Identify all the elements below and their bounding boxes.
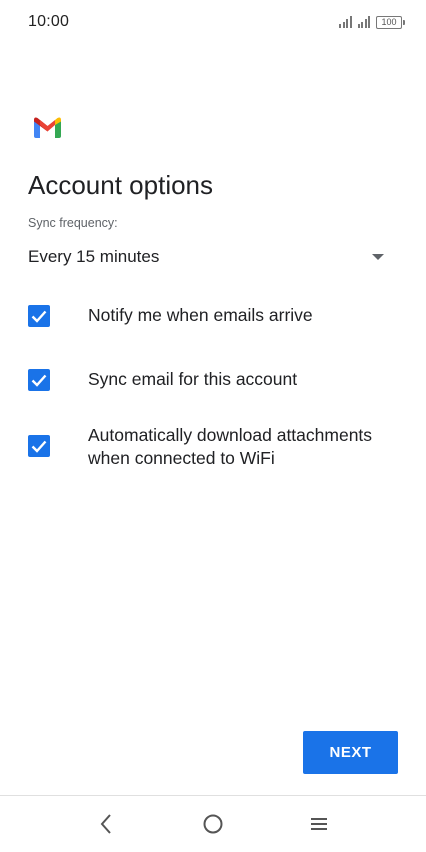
signal-icon	[339, 16, 352, 28]
sync-checkbox[interactable]	[28, 369, 50, 391]
navigation-bar	[0, 796, 426, 852]
sync-frequency-label: Sync frequency:	[28, 216, 118, 230]
option-label: Sync email for this account	[88, 369, 298, 389]
option-label: Automatically download attachments when …	[88, 425, 373, 468]
checkmark-icon	[31, 374, 47, 387]
signal-icon	[357, 16, 370, 28]
status-indicators: 100	[339, 15, 405, 29]
sync-frequency-dropdown[interactable]: Every 15 minutes	[28, 244, 388, 270]
option-label: Notify me when emails arrive	[88, 305, 313, 325]
status-bar: 10:00 100	[0, 0, 426, 44]
next-button[interactable]: NEXT	[303, 731, 398, 774]
option-notify-emails[interactable]: Notify me when emails arrive	[28, 304, 398, 327]
option-sync-email[interactable]: Sync email for this account	[28, 368, 398, 391]
gmail-logo-icon	[34, 117, 61, 138]
download-checkbox[interactable]	[28, 435, 50, 457]
account-options-screen: 10:00 100 Account options Sync frequency…	[0, 0, 426, 852]
chevron-left-icon	[100, 814, 111, 834]
sync-frequency-value: Every 15 minutes	[28, 247, 160, 266]
status-time: 10:00	[28, 13, 70, 30]
notify-checkbox[interactable]	[28, 305, 50, 327]
menu-button[interactable]	[305, 810, 333, 838]
page-title: Account options	[28, 170, 214, 200]
option-download-attachments[interactable]: Automatically download attachments when …	[28, 424, 398, 470]
checkmark-icon	[31, 440, 47, 453]
circle-home-icon	[203, 814, 223, 834]
dropdown-arrow-icon	[372, 254, 384, 260]
menu-icon	[311, 818, 327, 830]
checkmark-icon	[31, 310, 47, 323]
battery-icon: 100	[376, 15, 405, 29]
back-button[interactable]	[92, 810, 120, 838]
home-button[interactable]	[199, 810, 227, 838]
